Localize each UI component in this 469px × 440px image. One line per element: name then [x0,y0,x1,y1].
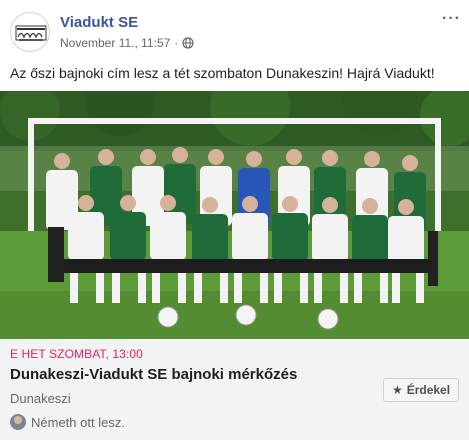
post-timestamp[interactable]: November 11., 11:57 [60,36,170,50]
interested-label: Érdekel [406,383,451,397]
friend-avatar[interactable] [10,414,26,430]
post-text: Az őszi bajnoki cím lesz a tét szombaton… [10,65,435,81]
event-date: E HET SZOMBAT, 13:00 [10,347,143,361]
page-name-link[interactable]: Viadukt SE [60,14,138,31]
friend-attending-text: Németh ott lesz. [31,414,125,430]
star-icon: ★ [391,383,403,397]
event-title-link[interactable]: Dunakeszi-Viadukt SE bajnoki mérkőzés [10,366,297,383]
globe-icon [182,37,194,49]
facebook-post: Viadukt SE November 11., 11:57 · ··· Az … [0,0,469,440]
event-location: Dunakeszi [10,391,71,406]
friend-attending: Németh ott lesz. [10,414,125,430]
event-card[interactable]: E HET SZOMBAT, 13:00 Dunakeszi-Viadukt S… [0,339,469,440]
page-avatar[interactable] [10,12,50,52]
interested-button[interactable]: ★ Érdekel [383,378,459,402]
ellipsis-icon[interactable]: ··· [442,10,461,28]
team-photo-image [0,91,469,339]
team-photo[interactable] [0,91,469,339]
club-logo-icon [15,25,47,41]
post-meta: November 11., 11:57 · [60,36,194,50]
